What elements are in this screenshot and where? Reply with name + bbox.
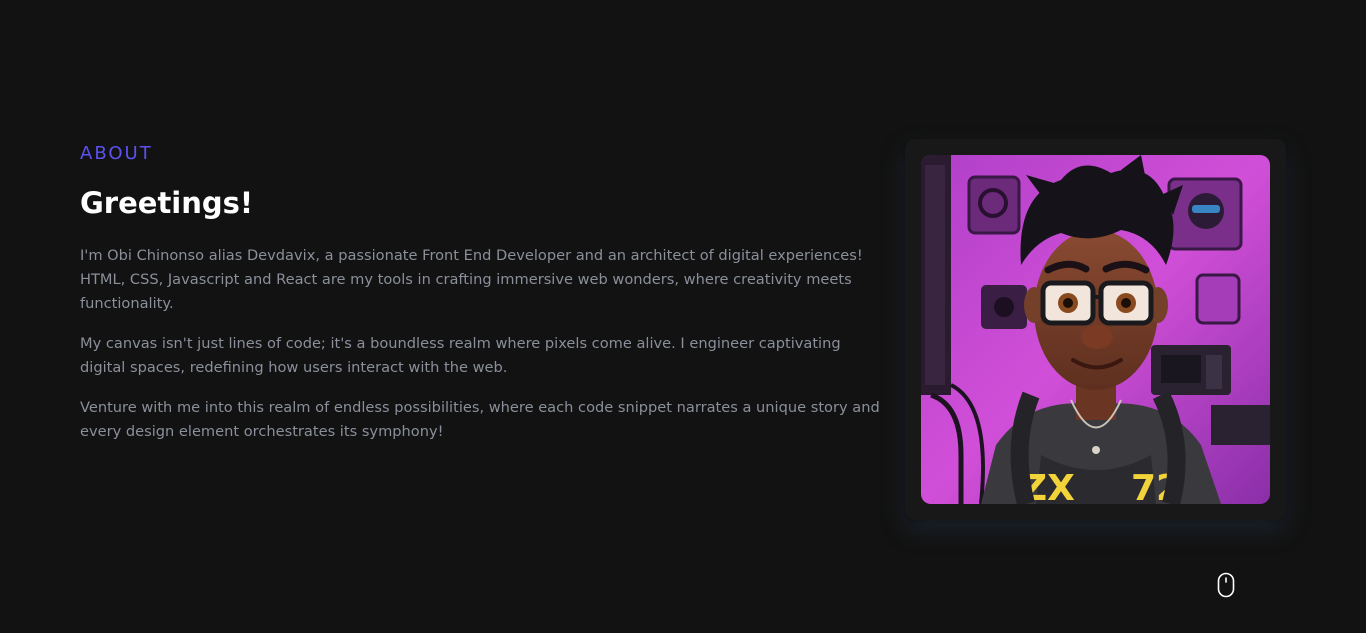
about-paragraph-1: I'm Obi Chinonso alias Devdavix, a passi… <box>80 247 863 312</box>
avatar-card: ZX 72 <box>905 139 1286 520</box>
about-text-block: ABOUT Greetings! I'm Obi Chinonso alias … <box>80 140 880 460</box>
section-title: Greetings! <box>80 186 254 220</box>
about-paragraph-3: Venture with me into this realm of endle… <box>80 399 880 440</box>
about-section: ABOUT Greetings! I'm Obi Chinonso alias … <box>0 0 1366 633</box>
section-eyebrow: ABOUT <box>80 143 153 164</box>
mouse-icon[interactable] <box>1217 572 1235 598</box>
avatar-image: ZX 72 <box>921 155 1270 504</box>
about-paragraph-2: My canvas isn't just lines of code; it's… <box>80 335 841 376</box>
avatar-illustration-icon: ZX 72 <box>921 155 1270 504</box>
scroll-mouse-icon <box>1217 572 1235 598</box>
